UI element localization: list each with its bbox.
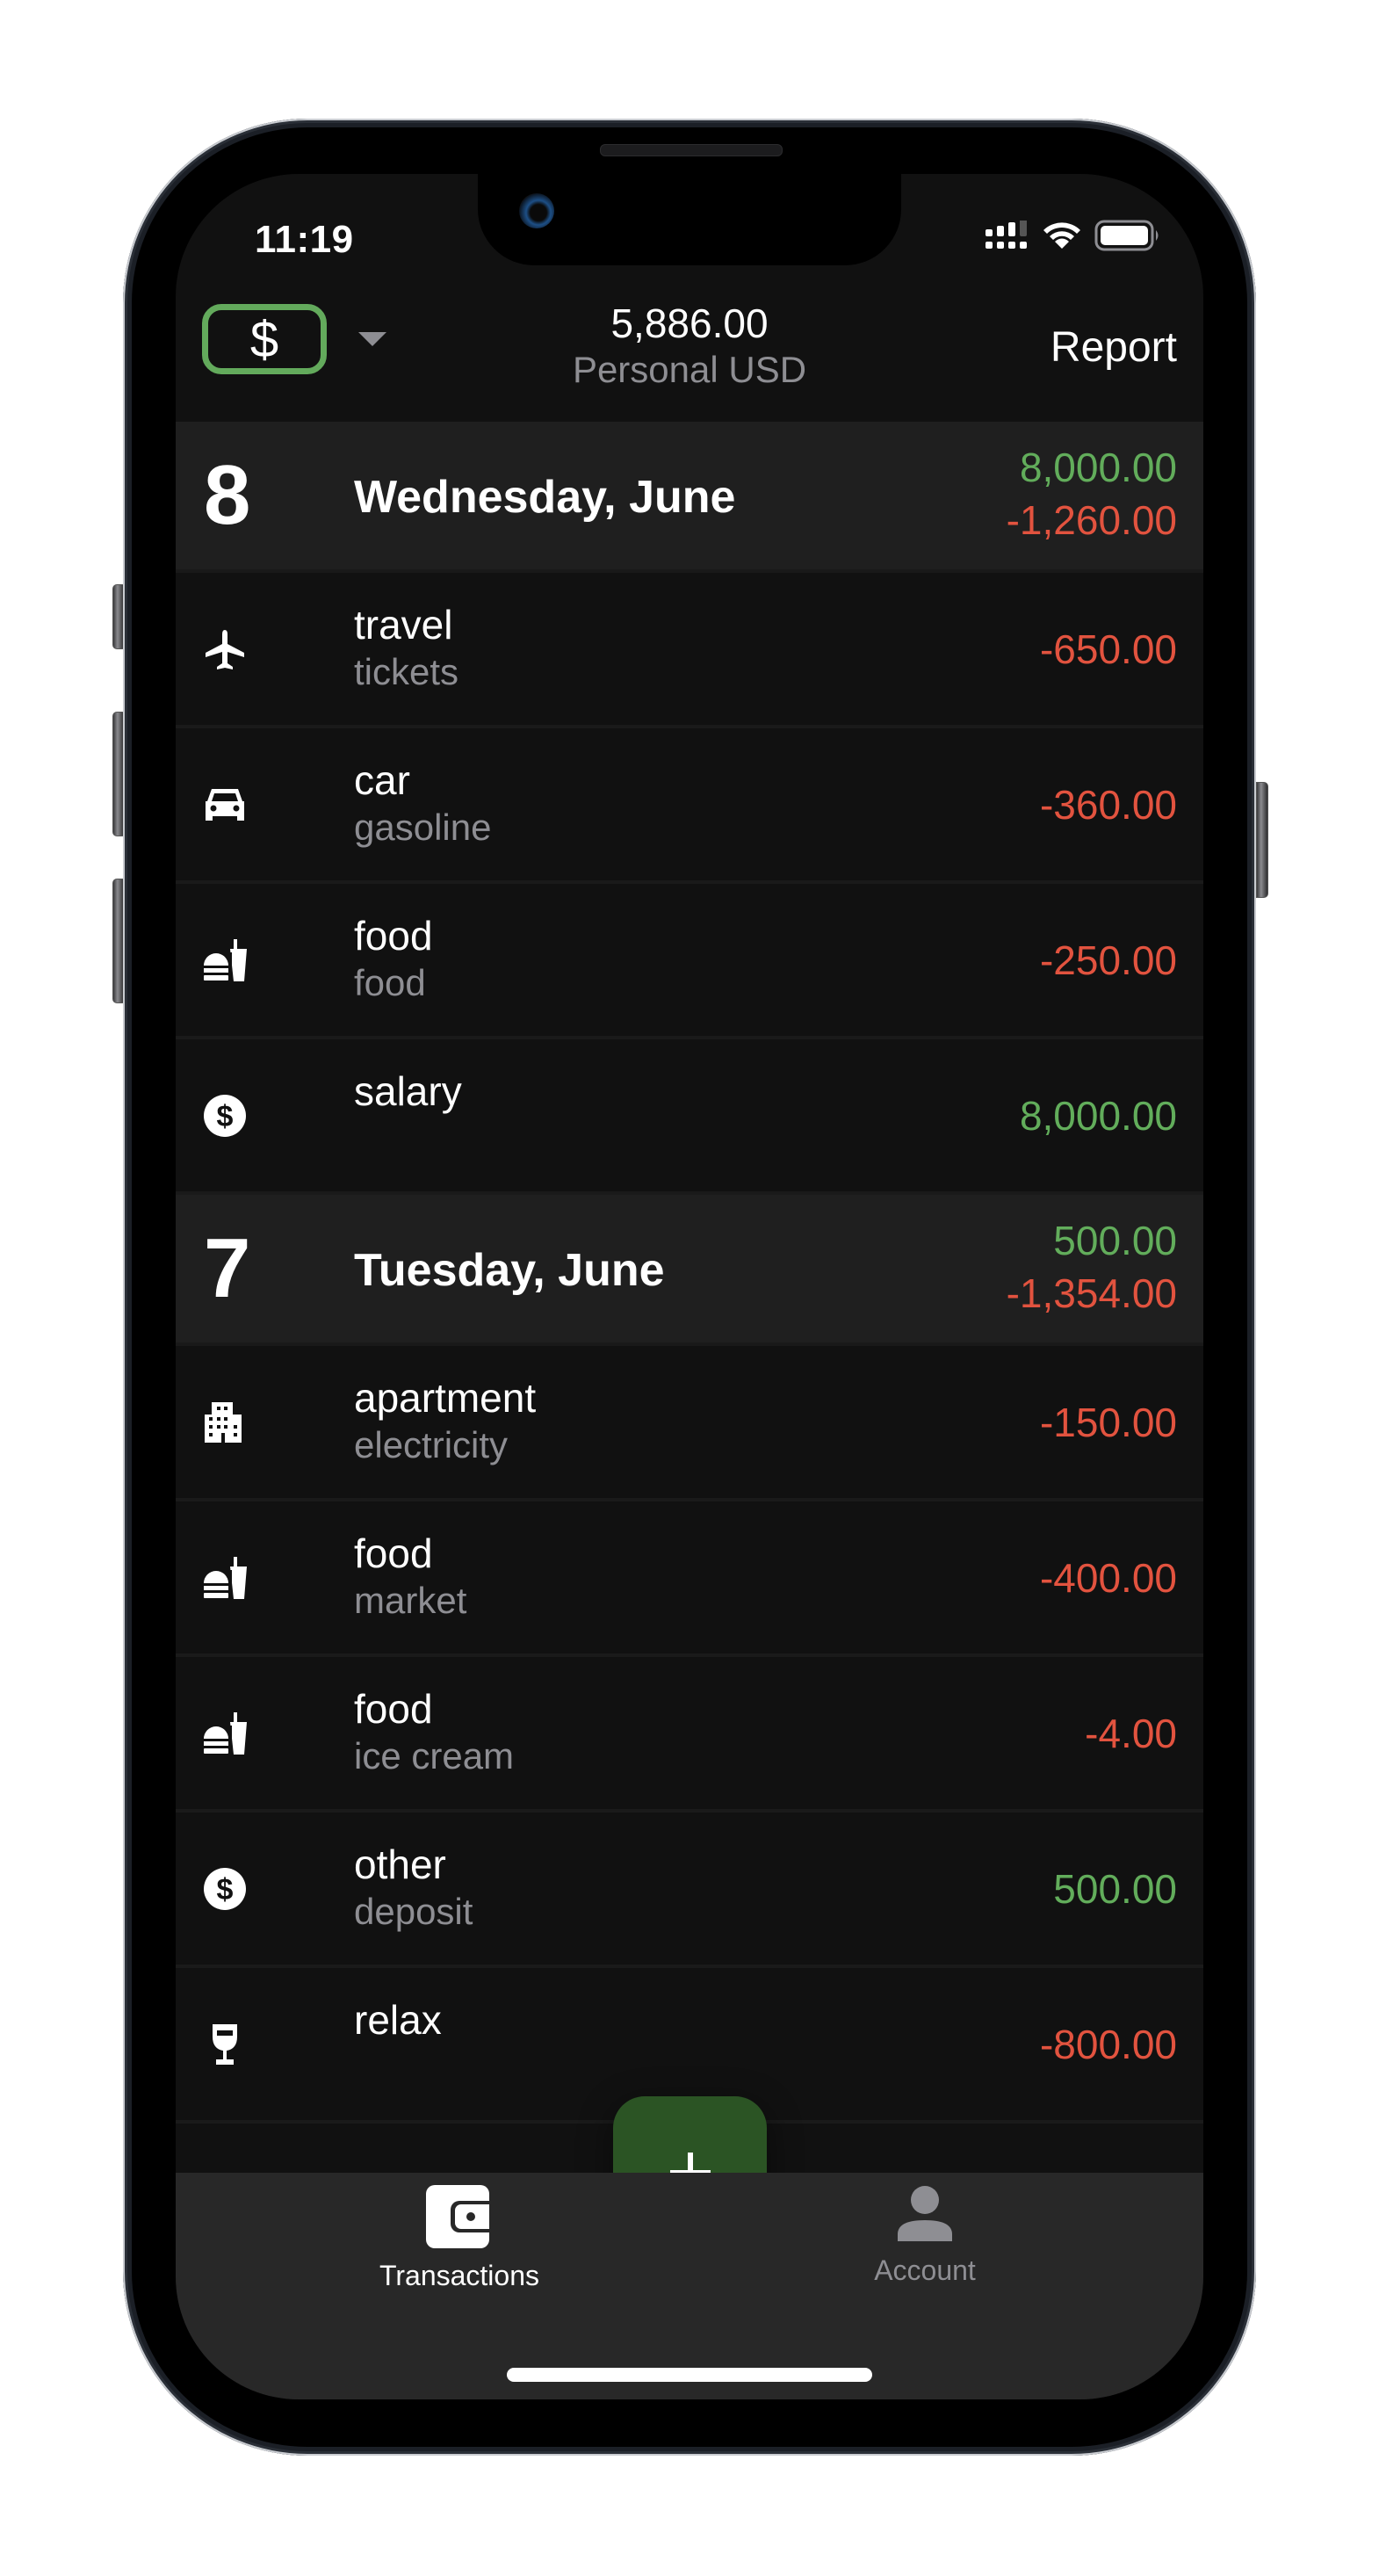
day-label: Wednesday, June — [354, 472, 736, 523]
account-balance[interactable]: 5,886.00 Personal USD — [176, 299, 1203, 392]
dollar-circle-icon: $ — [202, 1866, 248, 1912]
transaction-row[interactable]: food market -400.00 — [176, 1501, 1203, 1657]
tab-account-label: Account — [874, 2254, 976, 2286]
app-screen: 11:19 $ 5,886.00 Personal USD Report 8 W… — [176, 174, 1203, 2399]
transaction-amount: -250.00 — [1039, 937, 1177, 983]
fastfood-icon — [202, 1555, 248, 1601]
airplane-icon — [202, 626, 248, 672]
transaction-row[interactable]: apartment electricity -150.00 — [176, 1346, 1203, 1501]
person-icon — [898, 2186, 952, 2241]
tab-transactions[interactable]: Transactions — [354, 2185, 565, 2292]
transaction-category: food — [354, 1530, 433, 1576]
day-header: 7 Tuesday, June 500.00 -1,354.00 — [176, 1195, 1203, 1346]
day-totals: 500.00 -1,354.00 — [1007, 1214, 1177, 1320]
day-expense-total: -1,260.00 — [1006, 497, 1177, 543]
transaction-amount: -150.00 — [1039, 1399, 1177, 1445]
transaction-amount: 8,000.00 — [1019, 1092, 1177, 1139]
day-label: Tuesday, June — [354, 1245, 665, 1296]
day-number: 7 — [204, 1221, 251, 1315]
transaction-category: salary — [354, 1068, 462, 1114]
svg-text:$: $ — [217, 1100, 234, 1133]
transaction-row[interactable]: $ salary 8,000.00 — [176, 1039, 1203, 1195]
battery-icon — [1094, 220, 1159, 251]
transaction-amount: -800.00 — [1039, 2021, 1177, 2067]
transaction-amount: 500.00 — [1053, 1865, 1177, 1912]
status-time: 11:19 — [255, 218, 354, 261]
transaction-row[interactable]: travel tickets -650.00 — [176, 573, 1203, 728]
day-income-total: 500.00 — [1053, 1218, 1177, 1263]
wine-glass-icon — [202, 2022, 248, 2067]
transaction-row[interactable]: car gasoline -360.00 — [176, 728, 1203, 884]
transaction-category: relax — [354, 1997, 442, 2043]
cellular-signal-icon — [986, 221, 1027, 249]
day-header: 8 Wednesday, June 8,000.00 -1,260.00 — [176, 422, 1203, 573]
tab-bar: Transactions Account — [176, 2173, 1203, 2399]
transaction-note: food — [354, 962, 426, 1003]
transaction-amount: -360.00 — [1039, 781, 1177, 828]
notch — [478, 174, 901, 265]
transaction-amount: -4.00 — [1085, 1710, 1177, 1756]
nav-header: $ 5,886.00 Personal USD Report — [176, 299, 1203, 422]
day-income-total: 8,000.00 — [1019, 445, 1177, 490]
wallet-icon — [426, 2185, 489, 2248]
dollar-circle-icon: $ — [202, 1093, 248, 1139]
report-button[interactable]: Report — [1050, 323, 1177, 372]
transaction-list[interactable]: 8 Wednesday, June 8,000.00 -1,260.00 travel t… — [176, 422, 1203, 2124]
transaction-row[interactable]: $ other deposit 500.00 — [176, 1813, 1203, 1968]
transaction-category: food — [354, 913, 433, 959]
transaction-category: travel — [354, 602, 453, 648]
transaction-amount: -650.00 — [1039, 626, 1177, 672]
transaction-note: electricity — [354, 1424, 509, 1465]
day-expense-total: -1,354.00 — [1006, 1270, 1177, 1316]
transaction-note: ice cream — [354, 1735, 515, 1776]
transaction-note: gasoline — [354, 807, 492, 848]
day-totals: 8,000.00 -1,260.00 — [1007, 441, 1177, 546]
transaction-category: food — [354, 1686, 433, 1732]
fastfood-icon — [202, 937, 248, 983]
home-indicator[interactable] — [507, 2368, 872, 2382]
transaction-category: apartment — [354, 1375, 537, 1421]
earpiece-speaker — [600, 144, 783, 156]
transaction-note: deposit — [354, 1891, 473, 1932]
transaction-amount: -400.00 — [1039, 1554, 1177, 1601]
transaction-category: other — [354, 1842, 446, 1887]
transaction-note: market — [354, 1580, 467, 1621]
car-icon — [202, 782, 248, 828]
tab-transactions-label: Transactions — [379, 2260, 539, 2291]
svg-text:$: $ — [217, 1873, 234, 1907]
front-camera — [519, 193, 554, 228]
status-icons — [986, 220, 1161, 251]
day-number: 8 — [204, 448, 251, 542]
balance-amount: 5,886.00 — [610, 300, 769, 346]
wifi-icon — [1043, 222, 1080, 249]
transaction-category: car — [354, 757, 410, 803]
transaction-note: tickets — [354, 651, 459, 692]
power-button — [1256, 782, 1268, 898]
account-name: Personal USD — [572, 349, 807, 390]
fastfood-icon — [202, 1711, 248, 1756]
transaction-row[interactable]: food food -250.00 — [176, 884, 1203, 1039]
building-icon — [202, 1400, 248, 1445]
transaction-row[interactable]: food ice cream -4.00 — [176, 1657, 1203, 1813]
tab-account[interactable]: Account — [819, 2185, 1030, 2287]
